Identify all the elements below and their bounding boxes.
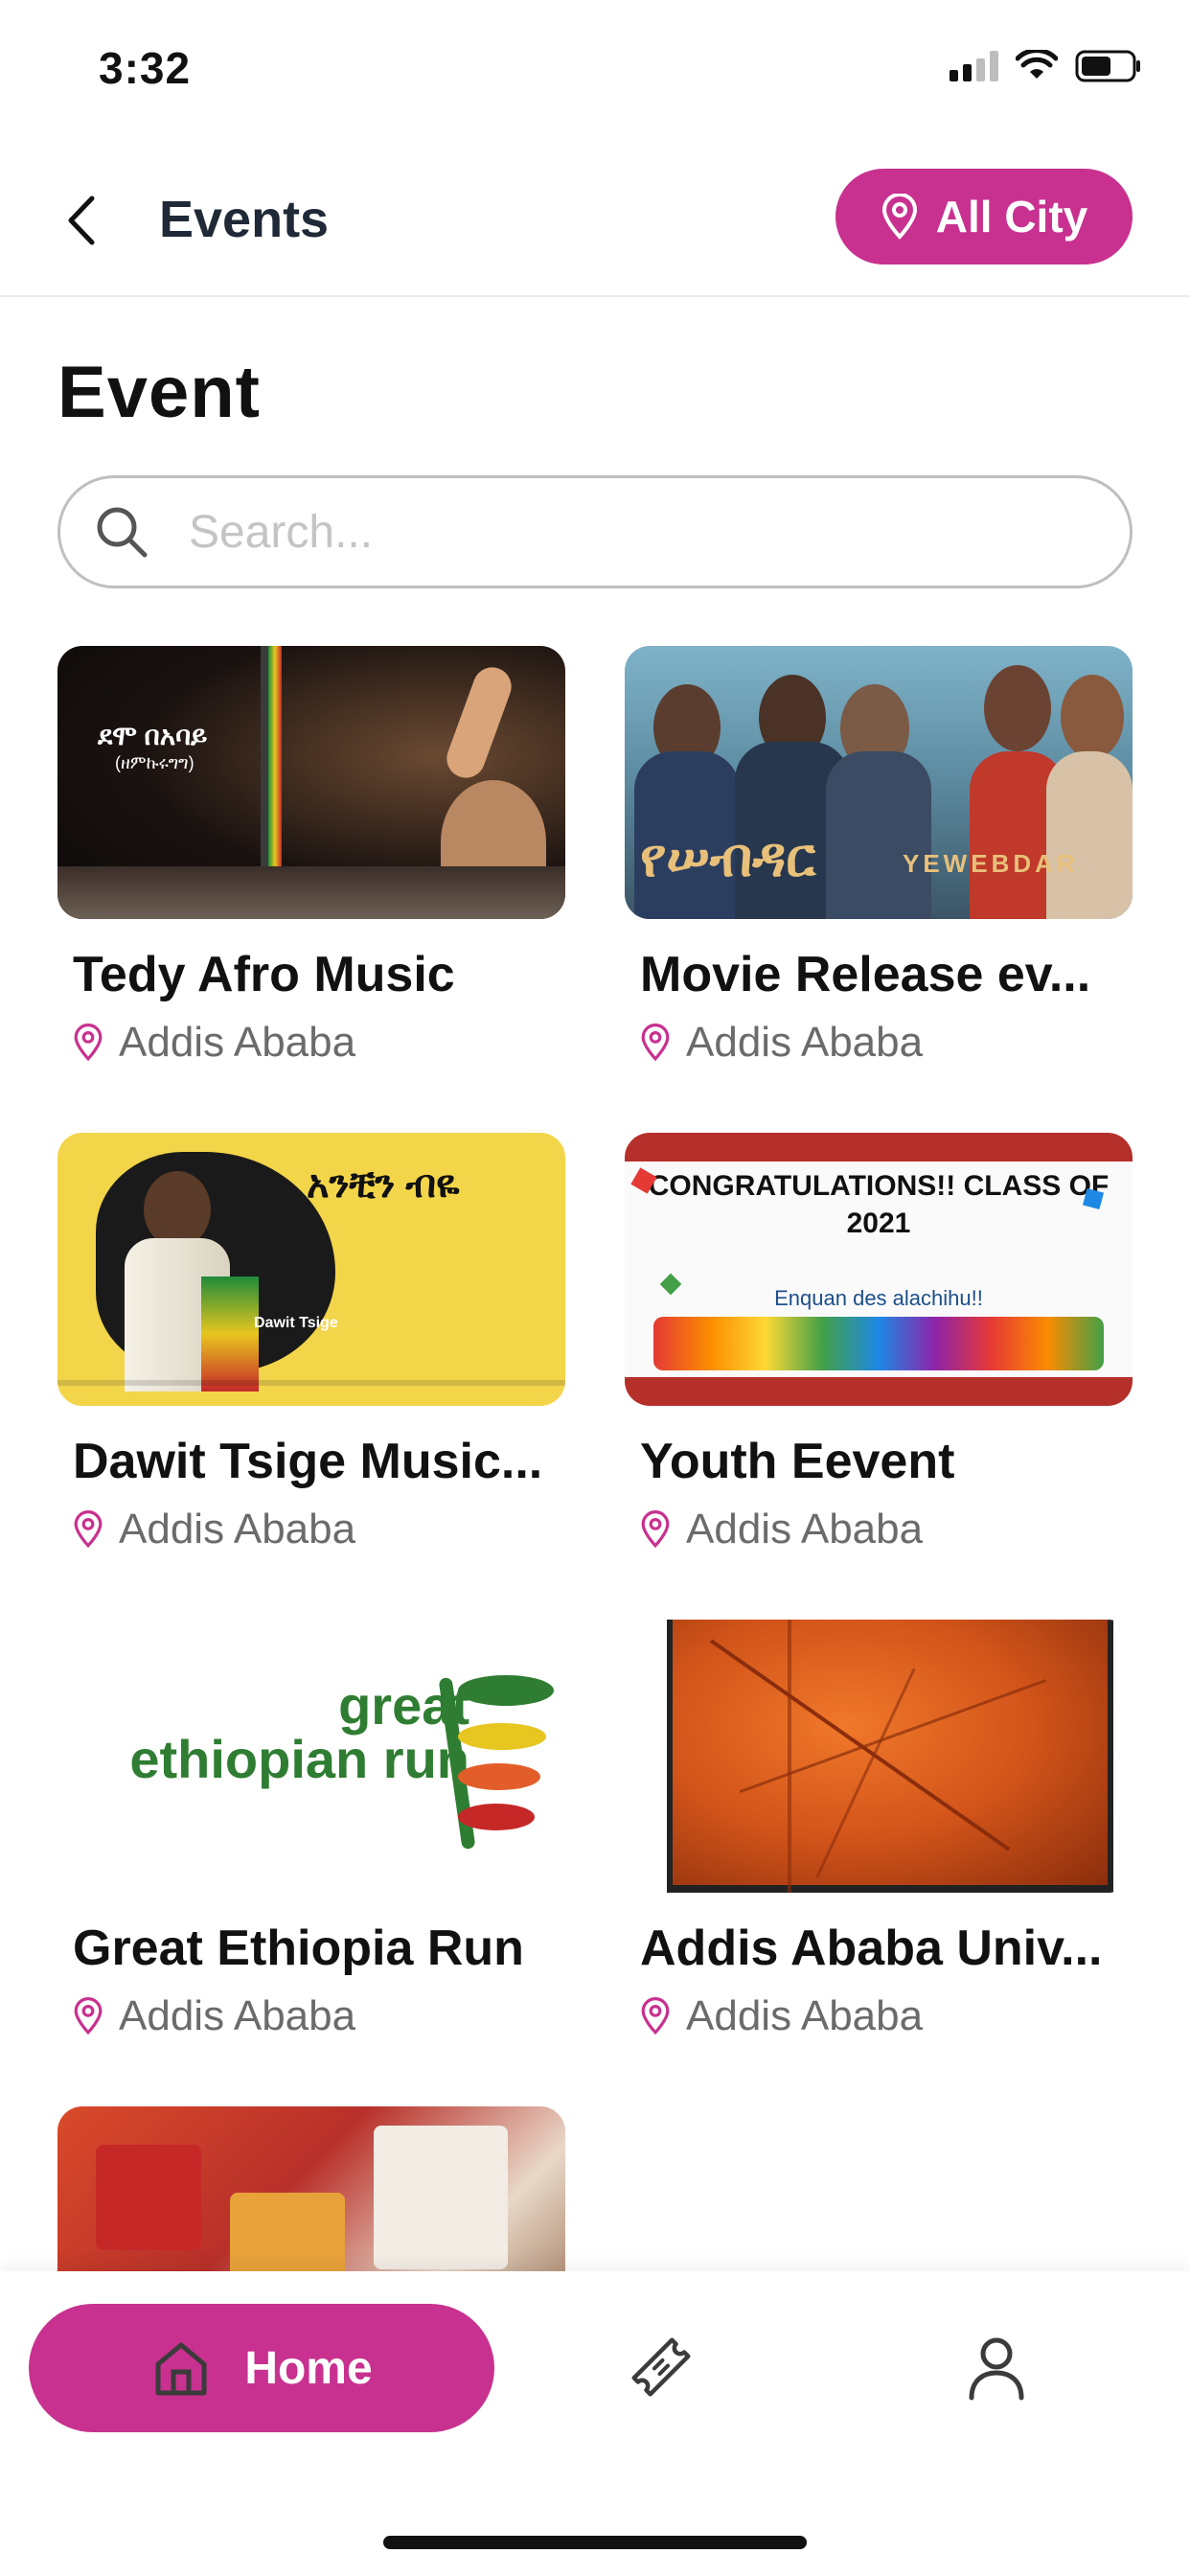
thumbnail-title: ደሞ በአባይ <box>98 721 208 750</box>
home-indicator <box>383 2536 807 2549</box>
event-location-label: Addis Ababa <box>686 1992 924 2039</box>
event-location: Addis Ababa <box>73 1019 565 1067</box>
thumbnail-subtitle: YEWEBDAR <box>903 849 1079 878</box>
header-title: Events <box>159 191 330 248</box>
status-icons <box>950 50 1142 82</box>
location-pin-icon <box>881 194 917 240</box>
all-city-label: All City <box>935 192 1088 242</box>
nav-home-tab[interactable]: Home <box>29 2304 494 2432</box>
event-thumbnail <box>625 1620 1133 1893</box>
event-card[interactable]: አንቺን ብዬ Dawit Tsige Dawit Tsige Music...… <box>57 1133 565 1553</box>
bottom-navigation: Home <box>0 2271 1190 2576</box>
event-thumbnail <box>57 2106 565 2271</box>
event-thumbnail: great ethiopian run <box>57 1620 565 1893</box>
search-bar[interactable] <box>57 475 1133 588</box>
event-title: Tedy Afro Music <box>73 947 455 1002</box>
event-location: Addis Ababa <box>73 1506 565 1553</box>
nav-tickets-tab[interactable] <box>623 2329 699 2405</box>
thumbnail-title: አንቺን ብዬ <box>307 1163 460 1206</box>
nav-home-label: Home <box>244 2342 373 2394</box>
event-card[interactable]: ደሞ በአባይ (ዘምኩሩግግ) Tedy Afro Music Addis A… <box>57 646 565 1067</box>
event-location: Addis Ababa <box>73 1992 565 2040</box>
event-thumbnail: ደሞ በአባይ (ዘምኩሩግግ) <box>57 646 565 919</box>
event-location: Addis Ababa <box>640 1506 1133 1553</box>
event-title: Addis Ababa Univ... <box>640 1920 1103 1976</box>
location-pin-icon <box>641 1997 670 2036</box>
location-pin-icon <box>641 1024 670 1062</box>
wifi-icon <box>1016 50 1058 79</box>
location-pin-icon <box>74 1024 103 1062</box>
event-location-label: Addis Ababa <box>119 1019 356 1066</box>
event-location: Addis Ababa <box>640 1019 1133 1067</box>
search-icon <box>97 507 148 558</box>
event-location-label: Addis Ababa <box>686 1019 924 1066</box>
status-bar: 3:32 <box>0 0 1190 144</box>
event-card[interactable]: የሠብዳር YEWEBDAR Movie Release ev... Addis… <box>625 646 1133 1067</box>
nav-profile-tab[interactable] <box>958 2329 1035 2405</box>
location-pin-icon <box>74 1510 103 1549</box>
event-title: Great Ethiopia Run <box>73 1920 524 1976</box>
thumbnail-title: CONGRATULATIONS!! CLASS OF 2021 <box>648 1170 1110 1239</box>
search-input[interactable] <box>189 505 1051 559</box>
event-location: Addis Ababa <box>640 1992 1133 2040</box>
ticket-icon <box>631 2337 691 2397</box>
event-title: Movie Release ev... <box>640 947 1091 1002</box>
event-title: Youth Eevent <box>640 1434 955 1489</box>
thumbnail-subtitle: Enquan des alachihu!! <box>774 1286 983 1310</box>
status-time: 3:32 <box>99 43 192 93</box>
event-card[interactable]: great ethiopian run Great Ethiopia Run A… <box>57 1620 565 2040</box>
event-thumbnail: አንቺን ብዬ Dawit Tsige <box>57 1133 565 1406</box>
user-icon <box>969 2337 1024 2401</box>
event-card[interactable]: CONGRATULATIONS!! CLASS OF 2021 Enquan d… <box>625 1133 1133 1553</box>
event-location-label: Addis Ababa <box>686 1506 924 1552</box>
location-pin-icon <box>641 1510 670 1549</box>
events-screen: 3:32 Events All City Event Search... ደሞ … <box>0 0 1190 2576</box>
all-city-button[interactable]: All City <box>835 169 1133 264</box>
battery-icon <box>1075 50 1140 82</box>
event-card[interactable]: Addis Ababa Univ... Addis Ababa <box>625 1620 1133 2040</box>
event-title: Dawit Tsige Music... <box>73 1434 543 1489</box>
events-grid: ደሞ በአባይ (ዘምኩሩግግ) Tedy Afro Music Addis A… <box>57 646 1133 2271</box>
event-thumbnail: የሠብዳር YEWEBDAR <box>625 646 1133 919</box>
event-location-label: Addis Ababa <box>119 1506 356 1552</box>
page-title: Event <box>57 352 261 433</box>
app-header: Events All City <box>0 144 1190 297</box>
home-icon <box>155 2342 207 2396</box>
event-location-label: Addis Ababa <box>119 1992 356 2039</box>
back-button[interactable] <box>53 182 110 259</box>
thumbnail-subtitle: (ዘምኩሩግግ) <box>115 753 195 772</box>
event-card[interactable] <box>57 2106 565 2271</box>
location-pin-icon <box>74 1997 103 2036</box>
signal-icon <box>950 51 998 81</box>
chevron-left-icon <box>68 196 95 245</box>
thumbnail-title: የሠብዳር <box>640 827 816 887</box>
event-thumbnail: CONGRATULATIONS!! CLASS OF 2021 Enquan d… <box>625 1133 1133 1406</box>
thumbnail-logo-text: great ethiopian run <box>129 1675 469 1789</box>
thumbnail-subtitle: Dawit Tsige <box>254 1315 338 1331</box>
